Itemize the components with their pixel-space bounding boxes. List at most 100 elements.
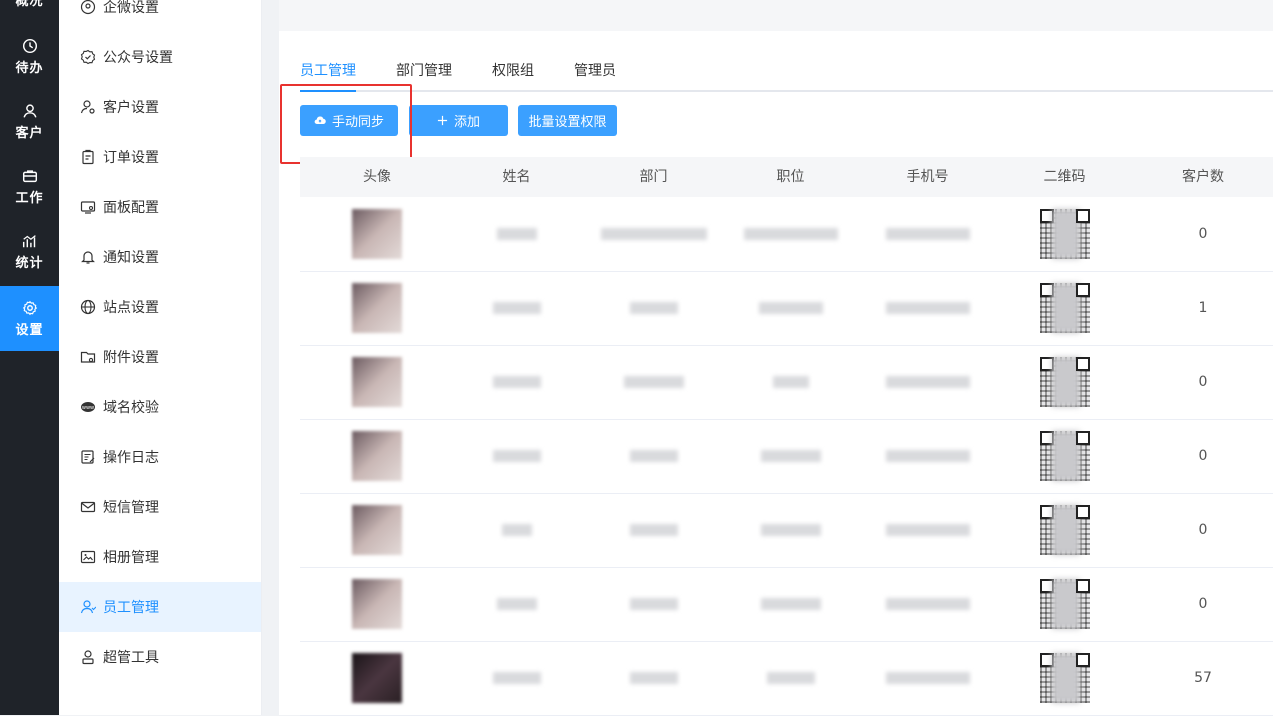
qr-code[interactable] [1039, 357, 1090, 407]
rail-item-label: 工作 [15, 191, 44, 206]
user-gear-icon [80, 100, 95, 114]
menu-item-official-account[interactable]: 公众号设置 [59, 32, 261, 82]
menu-item-panel-config[interactable]: 面板配置 [59, 182, 261, 232]
avatar [352, 579, 402, 629]
customer-count: 0 [1198, 596, 1208, 612]
table-header: 头像 姓名 部门 职位 手机号 二维码 客户数 [300, 157, 1273, 197]
redacted-department [629, 302, 678, 314]
menu-item-domain-verify[interactable]: www 域名校验 [59, 382, 261, 432]
table-row[interactable]: 0 [300, 493, 1273, 568]
redacted-name [496, 598, 537, 610]
redacted-department [629, 598, 678, 610]
bell-icon [81, 251, 95, 264]
menu-item-album-manage[interactable]: 相册管理 [59, 532, 261, 582]
menu-item-order-settings[interactable]: 订单设置 [59, 132, 261, 182]
redacted-phone [885, 228, 970, 240]
menu-item-customer-settings[interactable]: 客户设置 [59, 82, 261, 132]
redacted-position [758, 302, 823, 314]
avatar [352, 209, 402, 259]
tab-administrators[interactable]: 管理员 [574, 52, 616, 90]
redacted-department [629, 672, 678, 684]
redacted-department [600, 228, 707, 240]
avatar [352, 431, 402, 481]
rail-item-label: 统计 [15, 256, 44, 271]
customer-count: 57 [1194, 670, 1212, 686]
redacted-department [629, 524, 678, 536]
rail-item-stats[interactable]: 统计 [0, 219, 59, 284]
menu-item-attachment-settings[interactable]: 附件设置 [59, 332, 261, 382]
qr-code[interactable] [1039, 579, 1090, 629]
table-row[interactable]: 0 [300, 567, 1273, 642]
redacted-name [492, 376, 541, 388]
qr-code[interactable] [1039, 283, 1090, 333]
rail-item-work[interactable]: 工作 [0, 154, 59, 219]
column-header: 二维码 [1043, 169, 1086, 185]
redacted-department [623, 376, 684, 388]
table-row[interactable]: 0 [300, 419, 1273, 494]
highlight-box [280, 84, 412, 164]
badge-check-icon [80, 49, 96, 65]
menu-item-label: 企微设置 [103, 0, 159, 16]
menu-item-staff-manage[interactable]: 员工管理 [59, 582, 261, 632]
rail-item-customer[interactable]: 客户 [0, 89, 59, 154]
qr-code[interactable] [1039, 505, 1090, 555]
redacted-phone [885, 302, 970, 314]
plus-icon [437, 115, 448, 126]
column-header: 头像 [363, 169, 391, 185]
menu-item-notify-settings[interactable]: 通知设置 [59, 232, 261, 282]
menu-item-label: 相册管理 [103, 550, 159, 566]
column-header: 职位 [776, 169, 805, 185]
qr-code[interactable] [1039, 431, 1090, 481]
main-content: 员工管理 部门管理 权限组 管理员 手动同步 添加 批量设置权限 头像 姓名 部… [279, 0, 1273, 716]
customer-count: 0 [1198, 448, 1208, 464]
clock-icon [22, 38, 37, 54]
redacted-position [766, 672, 815, 684]
menu-item-super-admin-tools[interactable]: 超管工具 [59, 632, 261, 682]
redacted-position [760, 598, 821, 610]
avatar [352, 357, 402, 407]
column-header: 姓名 [502, 169, 531, 185]
menu-item-label: 附件设置 [103, 350, 159, 366]
rail-item-label: 设置 [15, 323, 44, 338]
menu-item-label: 公众号设置 [103, 50, 173, 66]
customer-count: 0 [1198, 374, 1208, 390]
batch-permission-button[interactable]: 批量设置权限 [518, 105, 617, 136]
customer-count: 0 [1198, 522, 1208, 538]
menu-item-label: 通知设置 [103, 250, 159, 266]
avatar [352, 283, 402, 333]
rail-item-todo[interactable]: 待办 [0, 24, 59, 89]
qr-code[interactable] [1039, 653, 1090, 703]
column-header: 客户数 [1182, 169, 1224, 185]
tab-permission-groups[interactable]: 权限组 [492, 52, 534, 90]
log-icon [81, 450, 95, 464]
primary-nav: 概况 待办 客户 工作 统计 设置 [0, 0, 59, 715]
rail-item-settings[interactable]: 设置 [0, 286, 59, 351]
mail-icon [80, 501, 96, 513]
globe-icon [80, 299, 96, 315]
redacted-name [501, 524, 532, 536]
customer-count: 1 [1198, 300, 1208, 316]
table-row[interactable]: 0 [300, 345, 1273, 420]
avatar [352, 653, 402, 703]
menu-item-operation-log[interactable]: 操作日志 [59, 432, 261, 482]
add-button[interactable]: 添加 [409, 105, 508, 136]
menu-item-wecom[interactable]: 企微设置 [59, 0, 261, 32]
qr-code[interactable] [1039, 209, 1090, 259]
photo-icon [80, 550, 96, 564]
redacted-phone [885, 672, 970, 684]
redacted-position [760, 450, 821, 462]
table-row[interactable]: 57 [300, 641, 1273, 716]
redacted-position [772, 376, 809, 388]
menu-item-site-settings[interactable]: 站点设置 [59, 282, 261, 332]
menu-item-sms-manage[interactable]: 短信管理 [59, 482, 261, 532]
redacted-position [760, 524, 821, 536]
table-row[interactable]: 1 [300, 271, 1273, 346]
menu-item-label: 客户设置 [103, 100, 159, 116]
customer-count: 0 [1198, 226, 1208, 242]
table-row[interactable]: 0 [300, 197, 1273, 272]
menu-item-label: 域名校验 [103, 400, 159, 416]
redacted-phone [885, 376, 970, 388]
menu-item-label: 超管工具 [103, 650, 159, 666]
menu-item-label: 操作日志 [103, 450, 159, 466]
column-header: 手机号 [906, 169, 949, 185]
